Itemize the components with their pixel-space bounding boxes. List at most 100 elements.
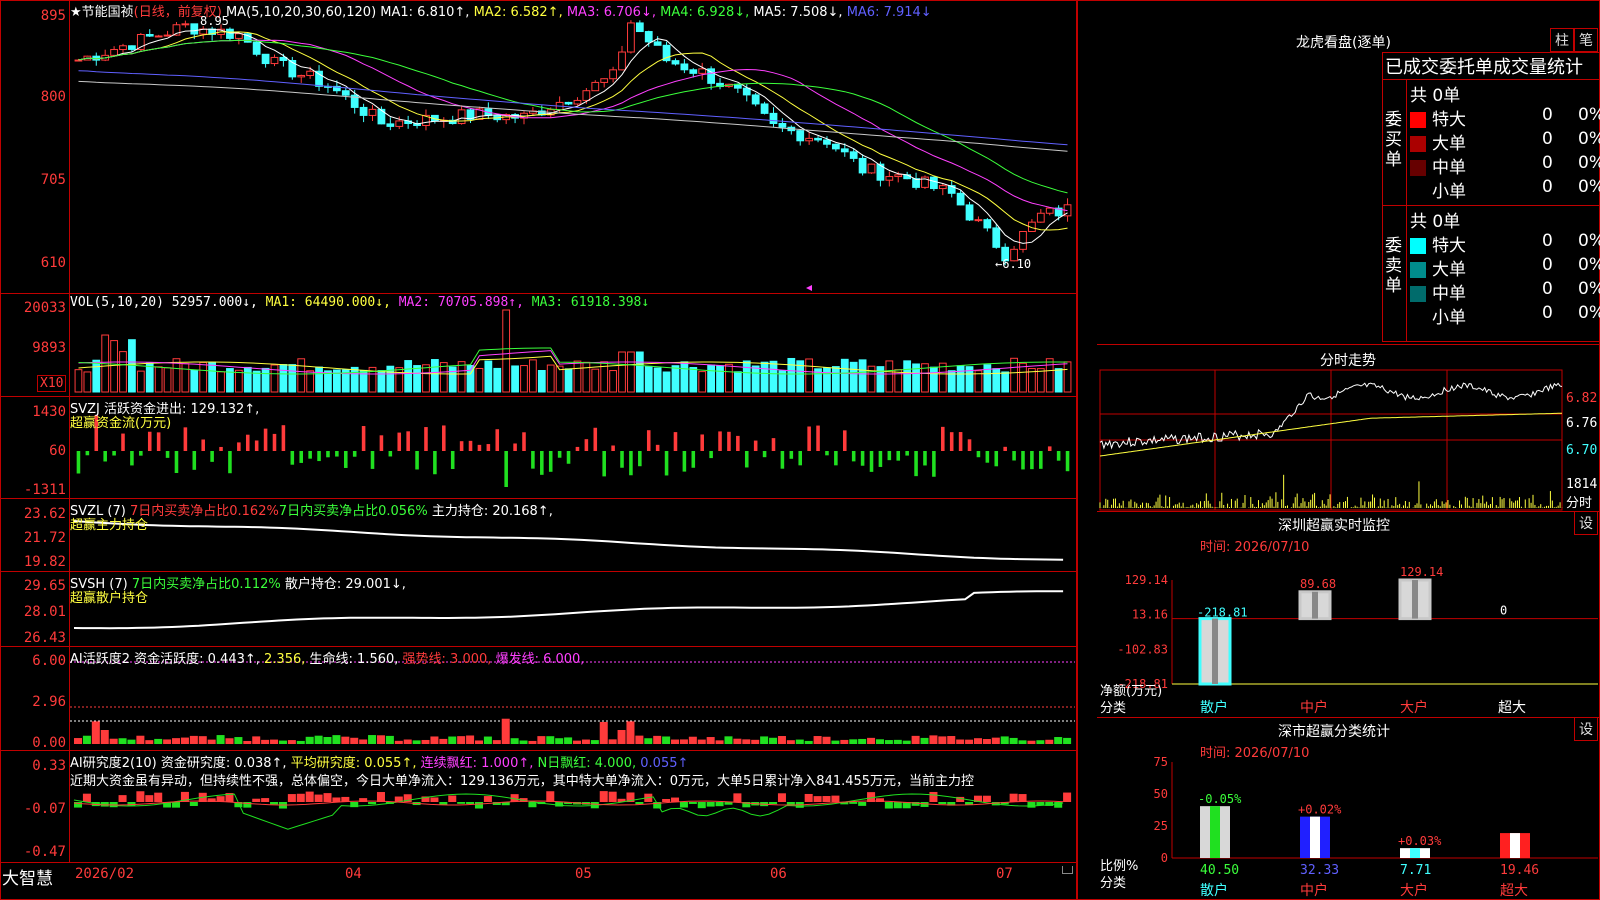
candle [635, 22, 644, 33]
activity-bar [314, 735, 323, 744]
ai1-axis-top: 6.00 [32, 653, 66, 669]
candle [849, 151, 858, 159]
flow-bar [281, 425, 286, 451]
flow-bar [254, 440, 259, 451]
flow-bar [1030, 451, 1034, 470]
candle [226, 28, 234, 39]
flow-bar [272, 433, 277, 451]
candle [582, 90, 591, 101]
research-bar [688, 802, 697, 804]
activity-bar [1036, 740, 1045, 744]
volume-bar [698, 371, 707, 393]
flow-bar [611, 445, 615, 451]
sz-class-xlabel: 分类 [1100, 876, 1127, 891]
candle [680, 63, 689, 71]
svsh-sub: 超赢散户持仓 [70, 591, 149, 606]
volume-bar [208, 361, 217, 393]
activity-bar [234, 737, 243, 744]
volume-bar [484, 360, 493, 393]
dragon-row: 小单 0 0% [1410, 303, 1600, 328]
candle [671, 60, 680, 65]
svzj-axis-top: 1430 [32, 404, 66, 420]
activity-bar [956, 739, 965, 744]
svzj-axis-low: -1311 [23, 482, 66, 498]
flow-bar [834, 451, 838, 466]
flow-bar [967, 439, 972, 451]
lock-icon[interactable] [1062, 866, 1073, 874]
flow-bar [860, 451, 865, 466]
volume-bar [769, 360, 778, 393]
volume-bar [1036, 368, 1045, 393]
ai1-axis-low: 0.00 [32, 735, 66, 751]
x-label-05: 05 [575, 866, 592, 882]
activity-bar [893, 739, 902, 744]
ai2-axis-low: -0.47 [23, 844, 66, 860]
volume-bar [831, 366, 840, 393]
activity-bar [671, 739, 680, 744]
activity-bar [528, 740, 537, 744]
ai1-bars [74, 718, 1072, 744]
bar-mode-button[interactable]: 柱 [1550, 28, 1574, 52]
activity-bar [403, 739, 412, 744]
candle [938, 185, 947, 190]
flow-bar [736, 435, 740, 451]
volume-bar [885, 360, 894, 393]
flow-bar [1039, 451, 1043, 469]
vol-axis-top: 20033 [23, 300, 66, 316]
candle [359, 106, 368, 116]
svzl-axis-low: 19.82 [23, 554, 66, 570]
research-bar [252, 798, 261, 802]
marker-icon [806, 285, 812, 291]
flow-bar [147, 431, 152, 451]
volume-bar [511, 365, 519, 393]
activity-bar [430, 736, 439, 744]
row-percent: 0% [1578, 303, 1600, 323]
ai2-v5: 0.055↑ [640, 756, 689, 771]
favorite-star-icon[interactable]: ★ [70, 5, 82, 20]
activity-bar [74, 738, 83, 744]
flow-bar [76, 451, 81, 474]
candle [573, 99, 582, 105]
flow-bar [629, 451, 633, 476]
candle [983, 219, 992, 229]
candle [306, 70, 315, 76]
activity-bar [163, 739, 172, 744]
volume-bar [929, 366, 938, 393]
ai2-v3: 连续飘红: 1.000↑, [420, 756, 534, 771]
volume-bar [858, 359, 867, 393]
intraday-vol-label: 分时 [1566, 496, 1593, 511]
candle [315, 70, 323, 87]
activity-bar [145, 740, 154, 744]
activity-bar [216, 735, 225, 744]
activity-bar [198, 736, 207, 744]
sz-monitor-settings-button[interactable]: 设 [1574, 511, 1598, 535]
research-bar [1009, 793, 1018, 802]
sz-monitor-top-line [1097, 511, 1600, 512]
svsh-p1: 7日内买卖净占比0.112% [131, 577, 281, 592]
activity-bar [929, 735, 938, 744]
volume-bar [1063, 361, 1072, 393]
volume-bar [430, 359, 439, 393]
activity-bar [546, 736, 555, 744]
activity-bar [350, 737, 359, 744]
activity-bar [519, 740, 528, 744]
activity-bar [875, 739, 884, 744]
research-bar [608, 791, 617, 802]
stock-name[interactable]: 节能国祯 [82, 5, 134, 20]
sz-class-settings-button[interactable]: 设 [1574, 717, 1598, 741]
flow-bar [424, 427, 428, 451]
activity-bar [457, 736, 466, 744]
vol-ma1: MA1: 64490.000↓, [265, 295, 391, 310]
candle [145, 34, 154, 37]
candle [368, 108, 377, 116]
tick-mode-button[interactable]: 笔 [1574, 28, 1598, 52]
row-count: 0 [1542, 153, 1553, 173]
candle [778, 123, 787, 128]
flow-bar [450, 451, 455, 470]
dragon-row: 小单 0 0% [1410, 177, 1600, 202]
research-bar [466, 802, 475, 804]
activity-bar [180, 737, 189, 744]
svzl-p1: 7日内买卖净占比0.162% [129, 504, 279, 519]
volume-bar [1001, 371, 1010, 393]
flow-bar [504, 451, 508, 487]
